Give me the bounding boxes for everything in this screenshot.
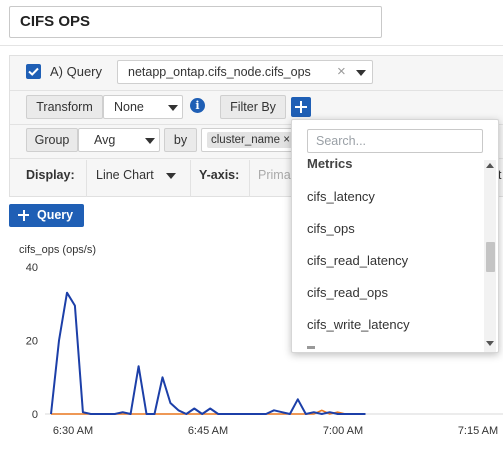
dropdown-item-cifs-ops[interactable]: cifs_ops — [307, 218, 355, 240]
filter-by-label: Filter By — [220, 95, 286, 119]
metrics-section-header: Metrics — [307, 156, 353, 171]
column-divider — [86, 160, 87, 197]
remove-tag-icon[interactable]: × — [283, 134, 290, 146]
chevron-down-icon[interactable] — [166, 173, 176, 179]
group-aggregation-select[interactable]: Avg — [78, 128, 160, 152]
scrollbar-thumb[interactable] — [486, 242, 495, 272]
chevron-down-icon[interactable] — [356, 70, 366, 76]
group-label: Group — [26, 128, 78, 152]
chevron-down-icon[interactable] — [168, 105, 178, 111]
scroll-up-icon[interactable] — [486, 163, 494, 168]
transform-label: Transform — [26, 95, 103, 119]
group-by-label: by — [164, 128, 197, 152]
x-tick-label: 7:15 AM — [458, 425, 498, 437]
add-filter-button[interactable] — [291, 97, 311, 117]
x-tick-label: 6:45 AM — [188, 425, 228, 437]
column-divider — [249, 160, 250, 197]
display-label: Display: — [26, 168, 75, 182]
clear-metric-icon[interactable]: × — [337, 61, 346, 83]
query-enabled-checkbox[interactable] — [26, 64, 41, 79]
add-query-button[interactable]: Query — [9, 204, 84, 227]
query-label: A) Query — [50, 64, 103, 79]
display-type-value: Line Chart — [96, 168, 154, 182]
search-placeholder: Search... — [316, 134, 367, 148]
yaxis-select-value[interactable]: Prima — [258, 168, 291, 182]
dropdown-item-partial — [307, 346, 315, 349]
y-tick-label: 40 — [26, 262, 38, 274]
x-tick-label: 7:00 AM — [323, 425, 363, 437]
dashboard-title-field[interactable]: CIFS OPS — [9, 6, 382, 38]
dropdown-item-cifs-latency[interactable]: cifs_latency — [307, 186, 375, 208]
filter-metric-dropdown: Search... Metrics cifs_latency cifs_ops … — [291, 119, 499, 353]
display-type-select[interactable]: Line Chart — [96, 162, 186, 188]
row-divider — [10, 90, 503, 91]
y-axis-title: cifs_ops (ops/s) — [19, 244, 96, 256]
y-tick-label: 0 — [32, 409, 38, 421]
y-tick-label: 20 — [26, 336, 38, 348]
scroll-down-icon[interactable] — [486, 341, 494, 346]
dropdown-item-cifs-write-latency[interactable]: cifs_write_latency — [307, 314, 410, 336]
dropdown-item-cifs-read-ops[interactable]: cifs_read_ops — [307, 282, 388, 304]
info-icon[interactable]: i — [190, 98, 205, 113]
dropdown-scrollbar[interactable] — [484, 160, 496, 352]
group-aggregation-value: Avg — [94, 133, 116, 147]
transform-select-value: None — [114, 100, 144, 114]
chevron-down-icon[interactable] — [145, 138, 155, 144]
metric-select[interactable]: netapp_ontap.cifs_node.cifs_ops × — [117, 60, 373, 84]
dashboard-title: CIFS OPS — [20, 13, 91, 30]
dropdown-item-cifs-read-latency[interactable]: cifs_read_latency — [307, 250, 408, 272]
group-by-field[interactable]: cluster_name × — [201, 128, 301, 152]
group-tag-cluster-name: cluster_name × — [207, 132, 294, 148]
group-tag-label: cluster_name — [211, 134, 281, 146]
column-divider — [190, 160, 191, 197]
header-divider — [0, 45, 503, 46]
yaxis-label: Y-axis: — [199, 168, 240, 182]
metric-select-value: netapp_ontap.cifs_node.cifs_ops — [128, 65, 311, 79]
x-tick-label: 6:30 AM — [53, 425, 93, 437]
dropdown-search-input[interactable]: Search... — [307, 129, 483, 153]
add-query-label: Query — [37, 208, 74, 222]
transform-select[interactable]: None — [103, 95, 183, 119]
checkmark-icon — [28, 67, 39, 76]
